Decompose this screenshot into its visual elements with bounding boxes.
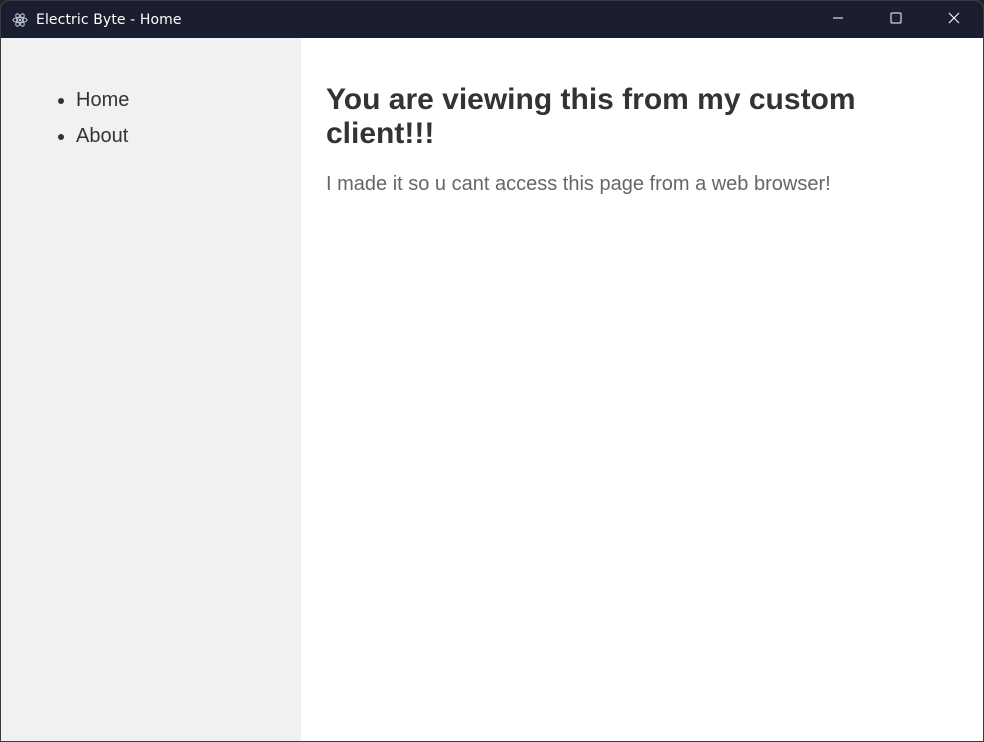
page-message: I made it so u cant access this page fro… <box>326 173 831 195</box>
nav-link-about[interactable]: About <box>76 125 128 147</box>
sidebar-item-about: About <box>76 118 301 154</box>
close-icon <box>948 11 960 29</box>
nav-link-home[interactable]: Home <box>76 89 129 111</box>
window-title: Electric Byte - Home <box>36 11 182 28</box>
page-heading: You are viewing this from my custom clie… <box>326 83 856 150</box>
window-controls <box>809 1 983 38</box>
minimize-icon <box>832 11 844 29</box>
main-content: You are viewing this from my custom clie… <box>301 38 983 741</box>
maximize-icon <box>890 11 902 29</box>
sidebar-item-home: Home <box>76 82 301 118</box>
maximize-button[interactable] <box>867 1 925 38</box>
title-bar[interactable]: Electric Byte - Home <box>1 1 983 38</box>
nav-list: Home About <box>1 38 301 154</box>
close-button[interactable] <box>925 1 983 38</box>
page-content: Home About You are viewing this from my … <box>1 38 983 741</box>
sidebar: Home About <box>1 38 301 741</box>
minimize-button[interactable] <box>809 1 867 38</box>
electron-atom-icon <box>12 12 28 28</box>
app-window: Electric Byte - Home • Home • About You … <box>0 0 984 742</box>
